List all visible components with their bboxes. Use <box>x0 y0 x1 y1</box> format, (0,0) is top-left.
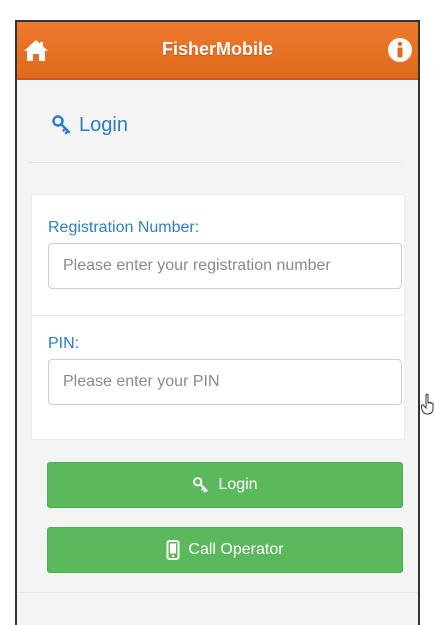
hand-cursor-icon <box>421 393 434 415</box>
login-form: Registration Number: PIN: <box>31 194 405 440</box>
call-operator-button-label: Call Operator <box>188 541 284 558</box>
app-title: FisherMobile <box>161 39 273 59</box>
info-button[interactable] <box>386 36 414 64</box>
login-button[interactable]: Login <box>47 462 403 508</box>
app-header: FisherMobile <box>17 22 418 80</box>
registration-number-input[interactable] <box>48 243 402 289</box>
bottom-divider <box>17 592 418 593</box>
info-icon <box>388 38 412 62</box>
call-operator-button[interactable]: Call Operator <box>47 527 403 573</box>
pin-input[interactable] <box>48 359 402 405</box>
key-icon <box>193 477 209 493</box>
app-frame: FisherMobile Login Registration Number: … <box>15 20 420 625</box>
login-button-label: Login <box>218 476 258 493</box>
phone-icon <box>166 540 180 560</box>
page-heading: Login <box>51 110 128 140</box>
pin-field-group: PIN: <box>32 335 404 405</box>
page-title: Login <box>79 113 128 136</box>
key-icon <box>52 115 71 135</box>
heading-divider <box>29 162 401 163</box>
field-divider <box>32 315 404 316</box>
pin-label: PIN: <box>48 335 80 352</box>
registration-field-group: Registration Number: <box>32 219 404 289</box>
registration-label: Registration Number: <box>48 219 200 236</box>
